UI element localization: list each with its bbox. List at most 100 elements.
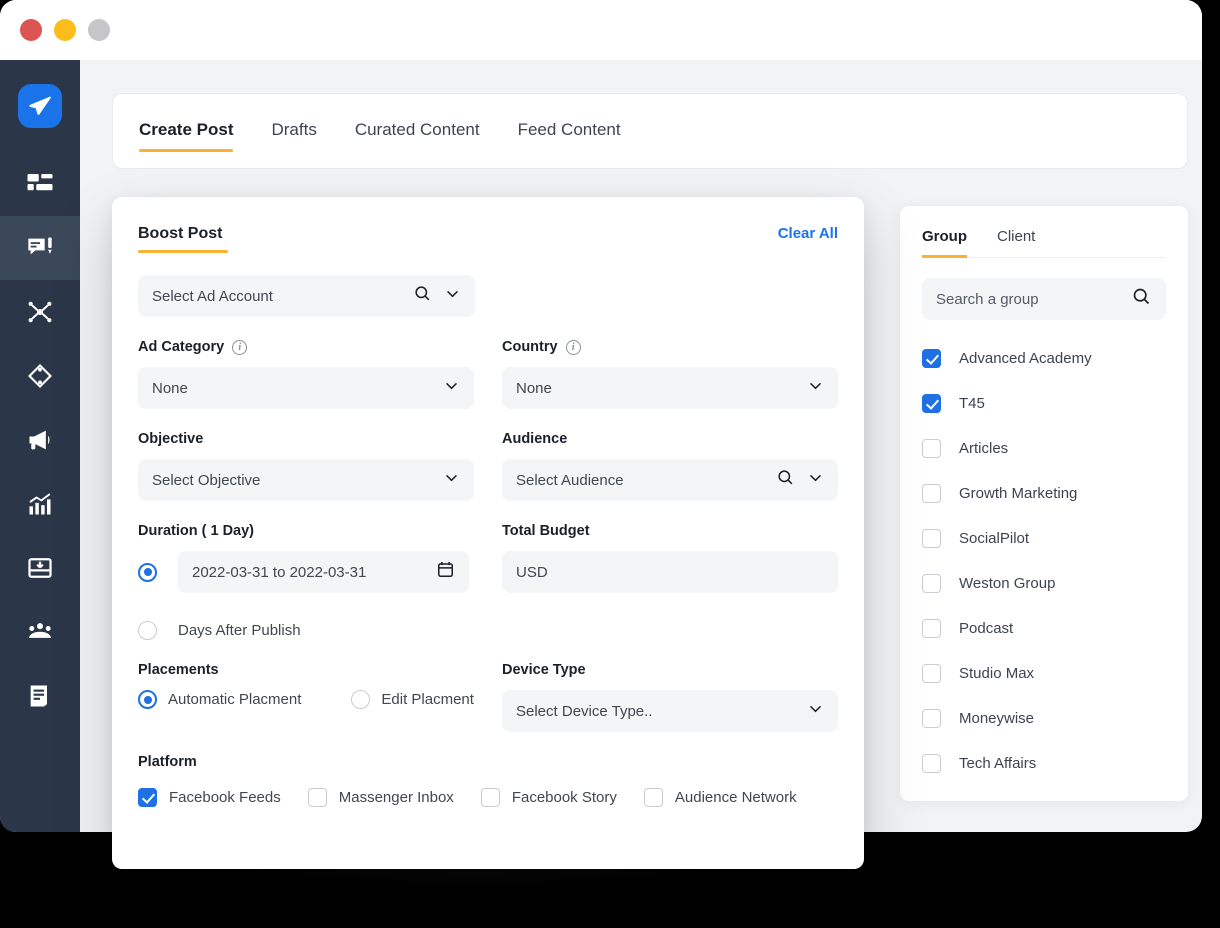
platform-option-facebook-story[interactable]: Facebook Story bbox=[480, 788, 617, 807]
search-icon[interactable] bbox=[776, 468, 795, 492]
edit-placement-radio[interactable] bbox=[351, 690, 371, 709]
audience-network-checkbox[interactable] bbox=[643, 788, 663, 807]
group-checkbox[interactable] bbox=[922, 349, 941, 368]
list-item[interactable]: Podcast bbox=[922, 606, 1166, 651]
category-country-row: Ad Category i None Country i None bbox=[138, 339, 838, 409]
group-checkbox[interactable] bbox=[922, 619, 941, 638]
list-item[interactable]: Tech Affairs bbox=[922, 741, 1166, 786]
group-checkbox[interactable] bbox=[922, 574, 941, 593]
country-select[interactable]: None bbox=[502, 367, 838, 409]
tab-create-post[interactable]: Create Post bbox=[139, 120, 234, 152]
group-checkbox[interactable] bbox=[922, 439, 941, 458]
tab-client[interactable]: Client bbox=[997, 228, 1035, 257]
tab-drafts[interactable]: Drafts bbox=[271, 120, 316, 142]
app-sidebar bbox=[0, 60, 80, 832]
sidebar-item-team[interactable] bbox=[0, 600, 80, 664]
audience-label: Audience bbox=[502, 431, 568, 447]
list-item[interactable]: Studio Max bbox=[922, 651, 1166, 696]
duration-days-option[interactable]: Days After Publish bbox=[138, 621, 474, 640]
sidebar-item-inbox[interactable] bbox=[0, 536, 80, 600]
tab-group[interactable]: Group bbox=[922, 228, 967, 258]
device-type-field: Device Type Select Device Type.. bbox=[502, 662, 838, 732]
team-people-icon bbox=[26, 618, 54, 646]
maximize-window-button[interactable] bbox=[88, 19, 110, 41]
list-item[interactable]: Growth Marketing bbox=[922, 471, 1166, 516]
platform-option-messenger-inbox[interactable]: Massenger Inbox bbox=[307, 788, 454, 807]
group-checkbox[interactable] bbox=[922, 484, 941, 503]
group-checkbox[interactable] bbox=[922, 709, 941, 728]
date-range-field[interactable]: 2022-03-31 to 2022-03-31 bbox=[178, 551, 469, 593]
info-icon[interactable]: i bbox=[565, 339, 581, 355]
sidebar-item-compose[interactable] bbox=[0, 216, 80, 280]
sidebar-item-network[interactable] bbox=[0, 280, 80, 344]
group-search-input[interactable] bbox=[936, 290, 1126, 308]
audience-icons bbox=[776, 468, 824, 492]
total-budget-input[interactable]: USD bbox=[502, 551, 838, 593]
group-selection-panel: Group Client Advanced Academy T45 bbox=[899, 205, 1189, 802]
group-label: Growth Marketing bbox=[959, 485, 1078, 502]
chevron-down-icon[interactable] bbox=[443, 469, 460, 491]
ad-account-icons bbox=[413, 284, 461, 308]
paper-plane-logo-icon bbox=[18, 84, 62, 128]
sidebar-item-dashboard[interactable] bbox=[0, 152, 80, 216]
automatic-placement-radio[interactable] bbox=[138, 690, 157, 709]
analytics-chart-icon bbox=[26, 490, 54, 518]
ad-category-select[interactable]: None bbox=[138, 367, 474, 409]
objective-select[interactable]: Select Objective bbox=[138, 459, 474, 501]
duration-date-option[interactable]: 2022-03-31 to 2022-03-31 bbox=[138, 551, 474, 593]
facebook-feeds-checkbox[interactable] bbox=[138, 788, 157, 807]
tab-curated-content[interactable]: Curated Content bbox=[355, 120, 480, 142]
platform-option-facebook-feeds[interactable]: Facebook Feeds bbox=[138, 788, 281, 807]
sidebar-item-logo[interactable] bbox=[0, 60, 80, 152]
audience-select[interactable]: Select Audience bbox=[502, 459, 838, 501]
ad-category-value: None bbox=[152, 379, 188, 397]
content-tabs-bar: Create Post Drafts Curated Content Feed … bbox=[112, 93, 1188, 169]
placement-option-automatic[interactable]: Automatic Placment bbox=[138, 690, 301, 709]
group-label: SocialPilot bbox=[959, 530, 1030, 547]
chevron-down-icon[interactable] bbox=[443, 377, 460, 399]
sidebar-item-sync[interactable] bbox=[0, 344, 80, 408]
platform-option-audience-network[interactable]: Audience Network bbox=[643, 788, 797, 807]
group-checkbox[interactable] bbox=[922, 754, 941, 773]
chevron-down-icon[interactable] bbox=[807, 377, 824, 399]
sidebar-item-analytics[interactable] bbox=[0, 472, 80, 536]
duration-budget-row: Duration ( 1 Day) 2022-03-31 to 2022-03-… bbox=[138, 523, 838, 640]
messenger-inbox-checkbox[interactable] bbox=[307, 788, 327, 807]
facebook-story-checkbox[interactable] bbox=[480, 788, 500, 807]
sidebar-item-campaigns[interactable] bbox=[0, 408, 80, 472]
screenshot-stage: Create Post Drafts Curated Content Feed … bbox=[0, 0, 1220, 928]
search-icon[interactable] bbox=[413, 284, 432, 308]
device-type-label: Device Type bbox=[502, 662, 586, 678]
tab-feed-content[interactable]: Feed Content bbox=[518, 120, 621, 142]
minimize-window-button[interactable] bbox=[54, 19, 76, 41]
chevron-down-icon[interactable] bbox=[807, 700, 824, 722]
group-label: Podcast bbox=[959, 620, 1014, 637]
group-checkbox[interactable] bbox=[922, 664, 941, 683]
info-icon[interactable]: i bbox=[232, 339, 248, 355]
placement-option-edit[interactable]: Edit Placment bbox=[351, 690, 474, 709]
group-checkbox[interactable] bbox=[922, 394, 941, 413]
group-search-box[interactable] bbox=[922, 278, 1166, 320]
list-item[interactable]: Articles bbox=[922, 426, 1166, 471]
close-window-button[interactable] bbox=[20, 19, 42, 41]
group-checkbox[interactable] bbox=[922, 529, 941, 548]
duration-date-radio[interactable] bbox=[138, 562, 157, 582]
device-type-select[interactable]: Select Device Type.. bbox=[502, 690, 838, 732]
platform-options: Facebook Feeds Massenger Inbox Facebook … bbox=[138, 788, 838, 807]
calendar-icon[interactable] bbox=[436, 560, 455, 584]
list-item[interactable]: Weston Group bbox=[922, 561, 1166, 606]
sidebar-item-reports[interactable] bbox=[0, 664, 80, 728]
list-item[interactable]: SocialPilot bbox=[922, 516, 1166, 561]
ad-account-select[interactable]: Select Ad Account bbox=[138, 275, 475, 317]
chevron-down-icon[interactable] bbox=[807, 469, 824, 491]
search-icon[interactable] bbox=[1131, 286, 1152, 312]
megaphone-icon bbox=[26, 426, 54, 454]
list-item[interactable]: Moneywise bbox=[922, 696, 1166, 741]
chevron-down-icon[interactable] bbox=[444, 285, 461, 307]
document-report-icon bbox=[26, 682, 54, 710]
device-type-value: Select Device Type.. bbox=[516, 702, 653, 720]
clear-all-button[interactable]: Clear All bbox=[778, 225, 838, 242]
list-item[interactable]: T45 bbox=[922, 381, 1166, 426]
days-after-publish-radio[interactable] bbox=[138, 621, 157, 640]
list-item[interactable]: Advanced Academy bbox=[922, 336, 1166, 381]
